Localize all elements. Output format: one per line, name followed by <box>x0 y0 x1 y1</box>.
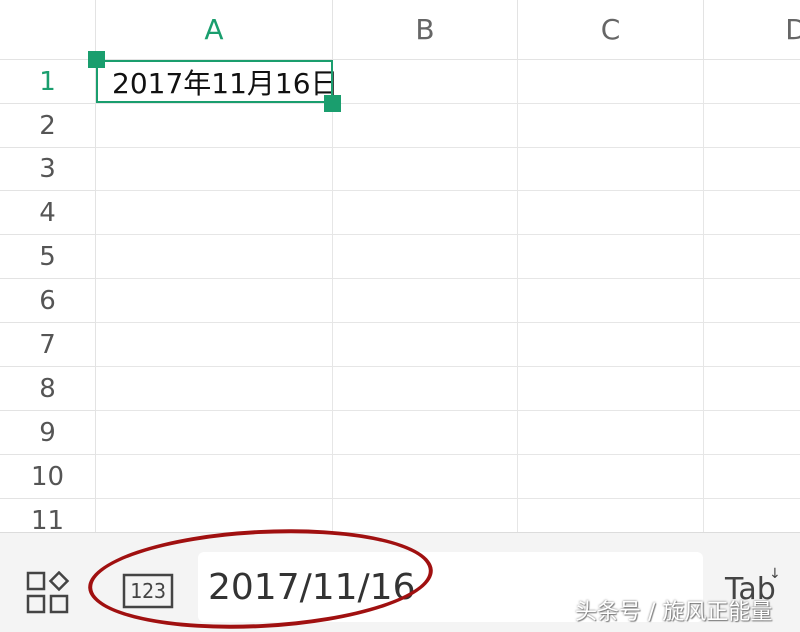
row-header-10[interactable]: 10 <box>0 455 96 499</box>
row-header-7[interactable]: 7 <box>0 323 96 367</box>
numeric-keyboard-icon[interactable]: 123 <box>122 571 174 611</box>
spreadsheet-grid[interactable]: A B C D 1 2 3 4 5 6 7 8 9 10 11 2017年11月… <box>0 0 800 532</box>
column-header-d[interactable]: D <box>704 0 800 60</box>
row-header-5[interactable]: 5 <box>0 235 96 279</box>
row-header-8[interactable]: 8 <box>0 367 96 411</box>
numeric-keyboard-label: 123 <box>129 579 167 603</box>
selection-handle-bottom-right[interactable] <box>324 95 341 112</box>
row-header-4[interactable]: 4 <box>0 191 96 235</box>
row-header-1[interactable]: 1 <box>0 60 96 104</box>
column-header-b[interactable]: B <box>333 0 518 60</box>
selection-border <box>96 60 333 103</box>
row-header-9[interactable]: 9 <box>0 411 96 455</box>
column-header-a[interactable]: A <box>96 0 333 60</box>
row-header-6[interactable]: 6 <box>0 279 96 323</box>
row-header-11[interactable]: 11 <box>0 499 96 532</box>
row-header-3[interactable]: 3 <box>0 148 96 191</box>
column-header-c[interactable]: C <box>518 0 704 60</box>
selection-handle-top-left[interactable] <box>88 51 105 68</box>
row-header-2[interactable]: 2 <box>0 104 96 148</box>
apps-grid-icon[interactable] <box>26 571 72 615</box>
tab-down-arrow-icon: ↓ <box>769 566 781 582</box>
watermark: 头条号 / 旋风正能量 <box>575 600 773 625</box>
select-all-corner[interactable] <box>0 0 96 60</box>
